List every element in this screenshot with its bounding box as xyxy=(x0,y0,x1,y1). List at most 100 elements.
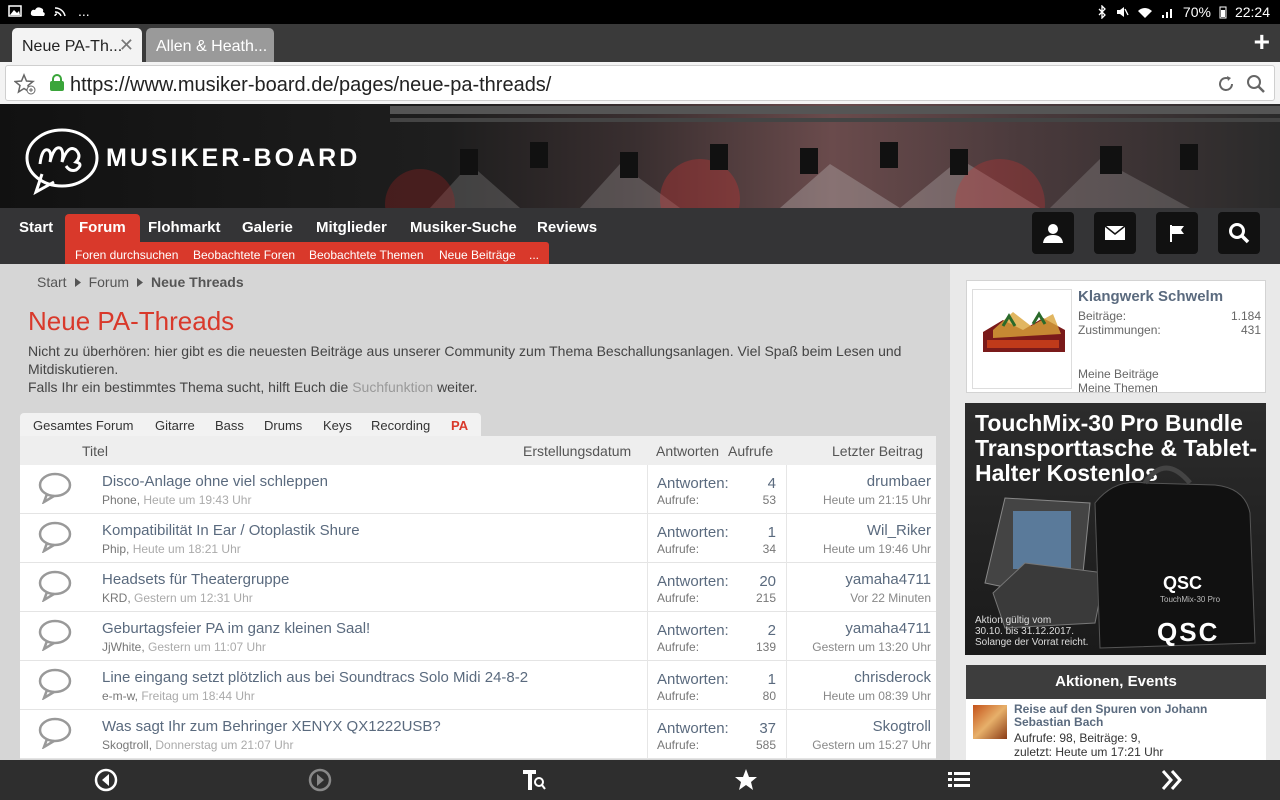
view-count: 53 xyxy=(762,493,776,507)
menu-list-icon[interactable] xyxy=(947,768,971,792)
browser-tab[interactable]: Allen & Heath... xyxy=(146,28,274,62)
tab-gitarre[interactable]: Gitarre xyxy=(155,418,195,433)
thread-title[interactable]: Was sagt Ihr zum Behringer XENYX QX1222U… xyxy=(102,718,441,735)
last-post-time[interactable]: Vor 22 Minuten xyxy=(850,591,931,605)
inbox-button[interactable] xyxy=(1094,212,1136,254)
subnav-more[interactable]: ... xyxy=(529,248,539,262)
search-link[interactable]: Suchfunktion xyxy=(352,379,433,395)
ad-note: Aktion gültig vom 30.10. bis 31.12.2017.… xyxy=(975,615,1089,648)
thread-title[interactable]: Geburtagsfeier PA im ganz kleinen Saal! xyxy=(102,620,370,637)
likes-count: 431 xyxy=(1240,323,1261,337)
thread-stats: Antworten: 2 Aufrufe: 139 xyxy=(647,612,787,661)
thread-title[interactable]: Disco-Anlage ohne viel schleppen xyxy=(102,473,328,490)
url-field[interactable]: https://www.musiker-board.de/pages/neue-… xyxy=(5,65,1275,101)
thread-title[interactable]: Line eingang setzt plötzlich aus bei Sou… xyxy=(102,669,528,686)
reload-icon[interactable] xyxy=(1216,74,1236,94)
subnav-foren-durchsuchen[interactable]: Foren durchsuchen xyxy=(75,248,178,262)
table-row[interactable]: Geburtagsfeier PA im ganz kleinen Saal! … xyxy=(20,612,936,661)
last-post-user[interactable]: drumbaer xyxy=(867,473,931,490)
bookmark-star-icon[interactable] xyxy=(14,73,36,95)
nav-reviews[interactable]: Reviews xyxy=(523,214,611,242)
last-post-time[interactable]: Gestern um 15:27 Uhr xyxy=(812,738,931,752)
last-post-user[interactable]: yamaha4711 xyxy=(845,620,931,637)
tab-pa[interactable]: PA xyxy=(451,418,468,433)
alerts-button[interactable] xyxy=(1156,212,1198,254)
qsc-logo: QSC xyxy=(1157,617,1220,647)
header-created[interactable]: Erstellungsdatum xyxy=(523,443,631,459)
subnav-beobachtete-foren[interactable]: Beobachtete Foren xyxy=(193,248,295,262)
bookmarks-star-icon[interactable] xyxy=(734,768,758,792)
last-post-user[interactable]: Skogtroll xyxy=(873,718,931,735)
thread-bubble-icon xyxy=(38,619,72,651)
tab-drums[interactable]: Drums xyxy=(264,418,302,433)
search-icon[interactable] xyxy=(1246,74,1266,94)
table-row[interactable]: Line eingang setzt plötzlich aus bei Sou… xyxy=(20,661,936,710)
my-posts-link[interactable]: Meine Beiträge xyxy=(1078,367,1159,381)
browser-bottom-bar xyxy=(0,760,1280,800)
browser-tab-active[interactable]: Neue PA-Th... ✕ xyxy=(12,28,142,62)
thread-title[interactable]: Kompatibilität In Ear / Otoplastik Shure xyxy=(102,522,360,539)
site-logo-icon[interactable] xyxy=(24,126,102,198)
thread-title[interactable]: Headsets für Theatergruppe xyxy=(102,571,289,588)
header-last-post[interactable]: Letzter Beitrag xyxy=(832,443,923,459)
thread-stats: Antworten: 4 Aufrufe: 53 xyxy=(647,465,787,514)
last-post-time[interactable]: Gestern um 13:20 Uhr xyxy=(812,640,931,654)
table-row[interactable]: Was sagt Ihr zum Behringer XENYX QX1222U… xyxy=(20,710,936,759)
last-post-time[interactable]: Heute um 21:15 Uhr xyxy=(823,493,931,507)
header-replies[interactable]: Antworten xyxy=(656,443,719,459)
double-chevron-right-icon[interactable] xyxy=(1160,768,1184,792)
mute-icon xyxy=(1115,5,1129,19)
nav-galerie[interactable]: Galerie xyxy=(228,214,307,242)
event-thumbnail[interactable] xyxy=(973,705,1007,739)
user-name[interactable]: Klangwerk Schwelm xyxy=(1078,288,1223,305)
status-bar: ... 70% 22:24 xyxy=(0,0,1280,24)
event-title[interactable]: Reise auf den Spuren von Johann Sebastia… xyxy=(1014,703,1262,729)
text-size-icon[interactable] xyxy=(522,768,546,792)
last-post-time[interactable]: Heute um 08:39 Uhr xyxy=(823,689,931,703)
nav-flohmarkt[interactable]: Flohmarkt xyxy=(134,214,235,242)
table-row[interactable]: Disco-Anlage ohne viel schleppen Phone, … xyxy=(20,465,936,514)
thread-bubble-icon xyxy=(38,717,72,749)
last-post-user[interactable]: chrisderock xyxy=(854,669,931,686)
sidebar: Klangwerk Schwelm Beiträge: 1.184 Zustim… xyxy=(950,264,1280,760)
breadcrumb: Start Forum Neue Threads xyxy=(37,274,244,290)
last-post-time[interactable]: Heute um 19:46 Uhr xyxy=(823,542,931,556)
last-post-user[interactable]: yamaha4711 xyxy=(845,571,931,588)
my-threads-link[interactable]: Meine Themen xyxy=(1078,381,1158,395)
site-logo-text[interactable]: MUSIKER-BOARD xyxy=(106,144,360,173)
nav-musiker-suche[interactable]: Musiker-Suche xyxy=(396,214,531,242)
table-row[interactable]: Kompatibilität In Ear / Otoplastik Shure… xyxy=(20,514,936,563)
nav-start[interactable]: Start xyxy=(5,214,67,242)
back-icon[interactable] xyxy=(94,768,118,792)
breadcrumb-start[interactable]: Start xyxy=(37,274,67,290)
close-tab-icon[interactable]: ✕ xyxy=(119,35,134,56)
search-button[interactable] xyxy=(1218,212,1260,254)
view-count: 585 xyxy=(755,738,776,752)
last-post-user[interactable]: Wil_Riker xyxy=(867,522,931,539)
tab-bass[interactable]: Bass xyxy=(215,418,244,433)
breadcrumb-forum[interactable]: Forum xyxy=(89,274,129,290)
tab-recording[interactable]: Recording xyxy=(371,418,430,433)
user-icon xyxy=(1042,222,1064,244)
table-row[interactable]: Headsets für Theatergruppe KRD, Gestern … xyxy=(20,563,936,612)
subnav-beobachtete-themen[interactable]: Beobachtete Themen xyxy=(309,248,424,262)
main-navigation: Start Forum Flohmarkt Galerie Mitglieder… xyxy=(0,208,1280,268)
header-title[interactable]: Titel xyxy=(82,443,108,459)
view-count: 80 xyxy=(762,689,776,703)
browser-tab-bar: Neue PA-Th... ✕ Allen & Heath... + xyxy=(0,24,1280,62)
envelope-icon xyxy=(1104,225,1126,241)
new-tab-button[interactable]: + xyxy=(1254,28,1270,56)
ad-banner[interactable]: TouchMix-30 Pro Bundle Transporttasche &… xyxy=(965,403,1266,655)
avatar[interactable] xyxy=(972,289,1072,389)
header-views[interactable]: Aufrufe xyxy=(728,443,773,459)
nav-mitglieder[interactable]: Mitglieder xyxy=(302,214,401,242)
subnav-neue-beitraege[interactable]: Neue Beiträge xyxy=(439,248,516,262)
tab-gesamtes-forum[interactable]: Gesamtes Forum xyxy=(33,418,133,433)
nav-forum[interactable]: Forum xyxy=(65,214,140,242)
tab-keys[interactable]: Keys xyxy=(323,418,352,433)
address-bar: https://www.musiker-board.de/pages/neue-… xyxy=(0,62,1280,104)
forum-filter-tabs: Gesamtes Forum Gitarre Bass Drums Keys R… xyxy=(20,413,481,436)
account-button[interactable] xyxy=(1032,212,1074,254)
description-line: Nicht zu überhören: hier gibt es die neu… xyxy=(28,343,902,377)
forward-icon[interactable] xyxy=(308,768,332,792)
